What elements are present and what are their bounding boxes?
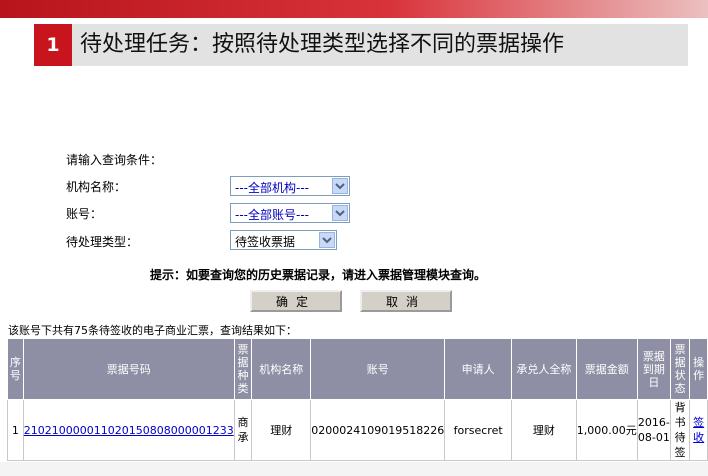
table-header-row: 序号 票据号码 票据种类 机构名称 账号 申请人 承兑人全称 票据金额 票据到期…	[7, 338, 708, 400]
header-bill-no: 票据号码	[22, 338, 235, 400]
header-org: 机构名称	[251, 338, 312, 400]
cell-due-date: 2016-08-01	[636, 399, 671, 461]
cell-bill-no[interactable]: 210210000011020150808000001233	[22, 399, 235, 461]
org-label: 机构名称：	[66, 180, 127, 194]
account-label: 账号：	[66, 207, 103, 221]
slide-top-bar	[0, 0, 708, 18]
chevron-down-icon[interactable]	[332, 178, 348, 194]
header-acceptor: 承兑人全称	[511, 338, 577, 400]
cancel-button[interactable]: 取消	[360, 290, 452, 312]
header-account: 账号	[310, 338, 446, 400]
cell-action[interactable]: 签收	[689, 399, 708, 461]
cell-org: 理财	[251, 399, 312, 461]
cell-amount: 1,000.00元	[575, 399, 638, 461]
query-panel: 请输入查询条件： 机构名称： ---全部机构--- 账号： ---全部账号---…	[0, 140, 708, 476]
bottom-strip	[0, 462, 708, 476]
table-row: 1 210210000011020150808000001233 商承 理财 0…	[7, 399, 708, 461]
header-bill-type: 票据种类	[233, 338, 253, 400]
cell-account: 0200024109019518226	[310, 399, 446, 461]
slide-number-badge: 1	[34, 24, 72, 66]
cell-acceptor: 理财	[511, 399, 577, 461]
confirm-button[interactable]: 确定	[250, 290, 342, 312]
account-select[interactable]: ---全部账号---	[230, 203, 350, 223]
header-action: 操作	[689, 338, 708, 400]
cell-applicant: forsecret	[444, 399, 513, 461]
result-summary: 该账号下共有75条待签收的电子商业汇票，查询结果如下：	[8, 324, 297, 337]
header-due-date: 票据到期日	[636, 338, 671, 400]
sign-receive-link[interactable]: 签收	[693, 416, 704, 444]
type-label: 待处理类型：	[66, 235, 139, 249]
history-hint: 提示：如要查询您的历史票据记录，请进入票据管理模块查询。	[150, 268, 487, 282]
slide-title: 待处理任务：按照待处理类型选择不同的票据操作	[80, 32, 565, 57]
cell-index: 1	[7, 399, 24, 461]
header-index: 序号	[7, 338, 24, 400]
bill-no-link[interactable]: 210210000011020150808000001233	[24, 424, 234, 437]
query-prompt: 请输入查询条件：	[66, 153, 163, 167]
type-select[interactable]: 待签收票据	[230, 230, 337, 250]
org-select-value: ---全部机构---	[235, 181, 309, 195]
header-applicant: 申请人	[444, 338, 513, 400]
cell-bill-type: 商承	[233, 399, 253, 461]
bill-table: 序号 票据号码 票据种类 机构名称 账号 申请人 承兑人全称 票据金额 票据到期…	[7, 338, 708, 461]
account-select-value: ---全部账号---	[235, 208, 309, 222]
type-select-value: 待签收票据	[235, 235, 296, 249]
org-select[interactable]: ---全部机构---	[230, 176, 350, 196]
header-status: 票据状态	[669, 338, 691, 400]
chevron-down-icon[interactable]	[319, 232, 335, 248]
chevron-down-icon[interactable]	[332, 205, 348, 221]
cell-status: 背书待签	[669, 399, 691, 461]
slide-title-bar: 1 待处理任务：按照待处理类型选择不同的票据操作	[34, 24, 688, 66]
header-amount: 票据金额	[575, 338, 638, 400]
